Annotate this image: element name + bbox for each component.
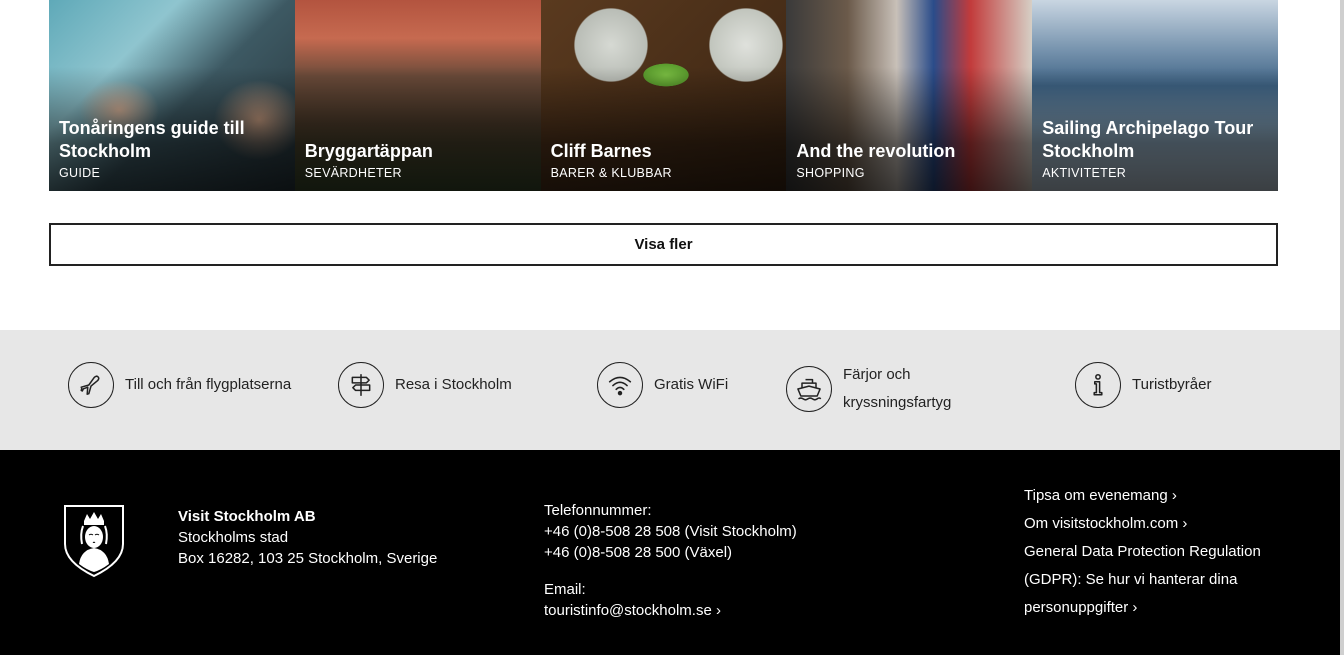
service-label: Gratis WiFi: [654, 376, 729, 393]
card-cliff-barnes[interactable]: Cliff Barnes BARER & KLUBBAR: [540, 0, 787, 191]
phone-label: Telefonnummer:: [544, 502, 652, 519]
phone-number: +46 (0)8-508 28 500 (Växel): [544, 544, 733, 561]
card-title: Sailing Archipelago Tour Stockholm: [1042, 118, 1254, 161]
contact-info: Telefonnummer: +46 (0)8-508 28 508 (Visi…: [544, 500, 797, 621]
info-icon: [1075, 362, 1121, 408]
tip-event-link[interactable]: Tipsa om evenemang ›: [1024, 482, 1264, 510]
service-label: Turistbyråer: [1132, 376, 1212, 393]
org-name: Visit Stockholm AB: [178, 508, 316, 525]
show-more-button[interactable]: Visa fler: [49, 223, 1278, 266]
scrollbar[interactable]: [1340, 0, 1344, 655]
stockholm-crest-logo: [63, 504, 125, 583]
service-tourist-offices[interactable]: Turistbyråer: [1075, 362, 1211, 408]
service-wifi[interactable]: Gratis WiFi: [597, 362, 728, 408]
card-title: Cliff Barnes: [550, 141, 652, 161]
card-category: GUIDE: [59, 166, 101, 180]
service-ferries[interactable]: Färjor och kryssningsfartyg: [786, 361, 993, 417]
wifi-icon: [597, 362, 643, 408]
about-link[interactable]: Om visitstockholm.com ›: [1024, 510, 1264, 538]
service-travel[interactable]: Resa i Stockholm: [338, 362, 512, 408]
signpost-icon: [338, 362, 384, 408]
org-line: Stockholms stad: [178, 529, 289, 546]
phone-number: +46 (0)8-508 28 508 (Visit Stockholm): [544, 523, 797, 540]
card-category: BARER & KLUBBAR: [550, 166, 672, 180]
service-label: Till och från flygplatserna: [125, 376, 292, 393]
service-label: Färjor och kryssningsfartyg: [843, 366, 952, 411]
card-carousel: Tonåringens guide till Stockholm GUIDE B…: [49, 0, 1278, 191]
card-category: SEVÄRDHETER: [304, 166, 402, 180]
footer-links: Tipsa om evenemang › Om visitstockholm.c…: [1024, 482, 1264, 622]
card-category: SHOPPING: [796, 166, 865, 180]
gdpr-link[interactable]: General Data Protection Regulation (GDPR…: [1024, 538, 1264, 622]
card-title: And the revolution: [796, 141, 956, 161]
card-bryggartappan[interactable]: Bryggartäppan SEVÄRDHETER: [294, 0, 541, 191]
airplane-icon: [68, 362, 114, 408]
organization-info: Visit Stockholm AB Stockholms stad Box 1…: [178, 506, 437, 569]
service-airports[interactable]: Till och från flygplatserna: [68, 362, 291, 408]
card-category: AKTIVITETER: [1042, 166, 1127, 180]
card-title: Bryggartäppan: [304, 141, 433, 161]
ship-icon: [786, 366, 832, 412]
org-address: Box 16282, 103 25 Stockholm, Sverige: [178, 550, 438, 567]
email-label: Email:: [544, 581, 586, 598]
card-teen-guide[interactable]: Tonåringens guide till Stockholm GUIDE: [49, 0, 295, 191]
card-sailing-tour[interactable]: Sailing Archipelago Tour Stockholm AKTIV…: [1032, 0, 1278, 191]
site-footer: Visit Stockholm AB Stockholms stad Box 1…: [0, 450, 1344, 655]
card-title: Tonåringens guide till Stockholm: [59, 118, 245, 161]
services-bar: Till och från flygplatserna Resa i Stock…: [0, 330, 1344, 450]
email-link[interactable]: touristinfo@stockholm.se ›: [544, 602, 721, 619]
service-label: Resa i Stockholm: [395, 376, 512, 393]
card-and-the-revolution[interactable]: And the revolution SHOPPING: [786, 0, 1033, 191]
